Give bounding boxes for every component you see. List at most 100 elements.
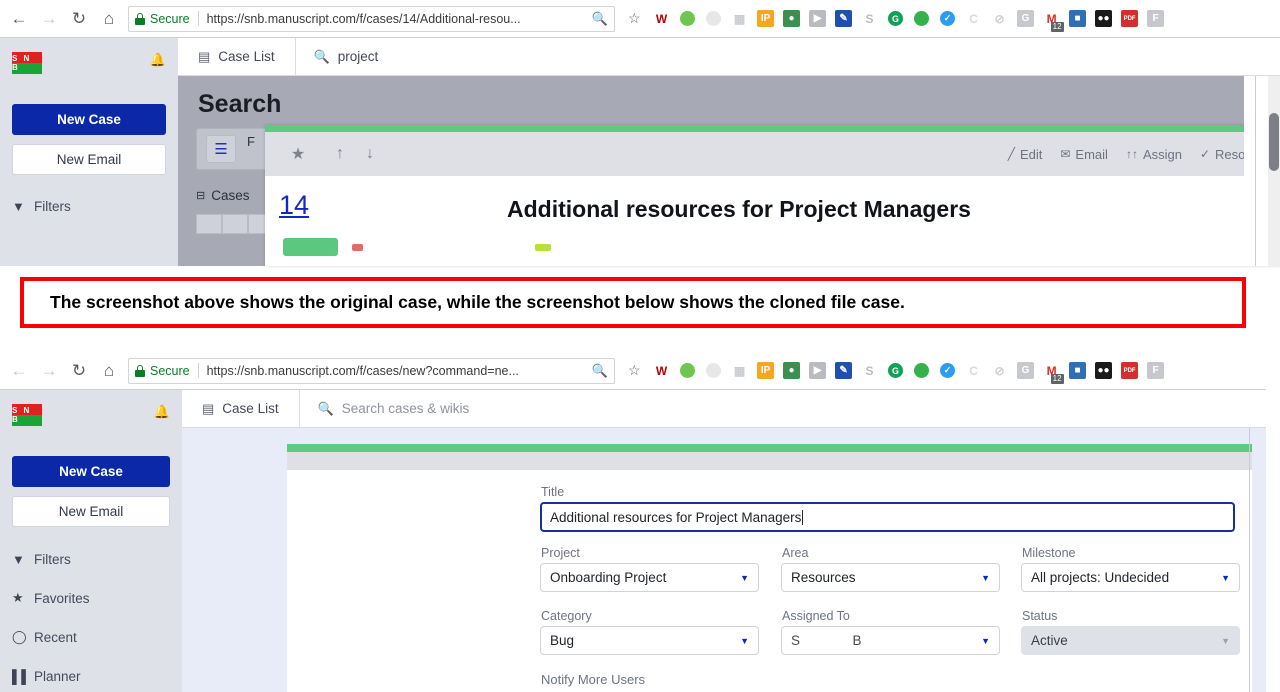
- cases-group-header[interactable]: ⊟ Cases: [196, 188, 249, 203]
- sidebar-item-filters[interactable]: ▼ Filters: [12, 546, 170, 572]
- area-select[interactable]: Resources ▼: [781, 563, 1000, 592]
- chevron-down-icon: ▼: [1221, 636, 1230, 646]
- checkmark-extension[interactable]: ✓: [935, 358, 961, 384]
- sidebar-item-planner[interactable]: ▌▌ Planner: [12, 663, 170, 689]
- gmail-extension[interactable]: M12: [1039, 6, 1065, 32]
- unread-count-badge: 12: [1051, 374, 1064, 384]
- address-bar-bottom[interactable]: Secure https://snb.manuscript.com/f/case…: [128, 358, 615, 384]
- reload-icon[interactable]: ↻: [64, 4, 94, 34]
- home-icon[interactable]: ⌂: [94, 356, 124, 386]
- case-action-email[interactable]: ✉Email: [1060, 147, 1108, 162]
- pdf-extension[interactable]: PDF: [1117, 6, 1143, 32]
- video-play-extension[interactable]: ▶: [805, 358, 831, 384]
- bell-icon[interactable]: 🔔: [154, 404, 170, 420]
- bookmark-star-icon-top[interactable]: ☆: [628, 10, 641, 27]
- star-icon[interactable]: ★: [283, 144, 313, 164]
- video-play-extension[interactable]: ▶: [805, 6, 831, 32]
- category-label: Category: [541, 609, 592, 623]
- paint-extension[interactable]: ✎: [831, 6, 857, 32]
- zoom-out-icon[interactable]: 🔍: [592, 11, 608, 27]
- c-extension[interactable]: C: [961, 6, 987, 32]
- scrollbar-thumb[interactable]: [1269, 113, 1279, 171]
- zoom-out-icon[interactable]: 🔍: [592, 363, 608, 379]
- case-body: 14 Additional resources for Project Mana…: [265, 176, 1280, 266]
- bell-icon[interactable]: 🔔: [150, 52, 166, 68]
- goggles-extension[interactable]: ●●: [1091, 6, 1117, 32]
- link-extension[interactable]: ⊘: [987, 358, 1013, 384]
- sidebar-item-recent[interactable]: ◯ Recent: [12, 624, 170, 650]
- new-case-form-card: Title Additional resources for Project M…: [287, 444, 1252, 692]
- paint-extension[interactable]: ✎: [831, 358, 857, 384]
- milestone-select[interactable]: All projects: Undecided ▼: [1021, 563, 1240, 592]
- grammarly-extension[interactable]: G: [883, 358, 909, 384]
- grey-oval-extension[interactable]: [701, 6, 727, 32]
- case-action-edit[interactable]: ╱Edit: [1008, 147, 1043, 162]
- new-case-button-top[interactable]: New Case: [12, 104, 166, 135]
- new-email-button-top[interactable]: New Email: [12, 144, 166, 175]
- sidebar-item-filters-top[interactable]: ▼ Filters: [12, 195, 166, 217]
- ip-shield-extension[interactable]: IP: [753, 6, 779, 32]
- status-badge: [283, 238, 338, 256]
- main-column-top: ▤ Case List 🔍 project Search ☰ F: [178, 38, 1280, 266]
- list-view-button[interactable]: ☰: [206, 135, 236, 163]
- back-arrow-icon[interactable]: ←: [4, 4, 34, 34]
- sidebar-item-label: Filters: [34, 552, 71, 567]
- f-extension[interactable]: F: [1143, 358, 1169, 384]
- address-bar-top[interactable]: Secure https://snb.manuscript.com/f/case…: [128, 6, 615, 32]
- green-dot-extension[interactable]: [675, 358, 701, 384]
- title-input[interactable]: Additional resources for Project Manager…: [540, 502, 1235, 532]
- camera-extension[interactable]: ●: [779, 358, 805, 384]
- green-dot-extension[interactable]: [675, 6, 701, 32]
- evernote-extension[interactable]: [909, 358, 935, 384]
- status-select: Active ▼: [1021, 626, 1240, 655]
- calendar-extension[interactable]: ▦: [727, 6, 753, 32]
- forward-arrow-icon[interactable]: →: [34, 4, 64, 34]
- checkmark-extension[interactable]: ✓: [935, 6, 961, 32]
- new-case-button-bottom[interactable]: New Case: [12, 456, 170, 487]
- skype-extension[interactable]: S: [857, 6, 883, 32]
- ip-shield-extension[interactable]: IP: [753, 358, 779, 384]
- assigned-to-select[interactable]: S B ▼: [781, 626, 1000, 655]
- home-icon[interactable]: ⌂: [94, 4, 124, 34]
- link-extension[interactable]: ⊘: [987, 6, 1013, 32]
- sidebar-item-label: Planner: [34, 669, 81, 684]
- tab-search-top[interactable]: 🔍 project: [296, 38, 397, 75]
- google-g-extension[interactable]: G: [1013, 6, 1039, 32]
- project-select[interactable]: Onboarding Project ▼: [540, 563, 759, 592]
- evernote-extension[interactable]: [909, 6, 935, 32]
- app-logo: S N B: [12, 52, 42, 74]
- case-number[interactable]: 14: [279, 190, 309, 221]
- arrow-up-icon[interactable]: ↑: [325, 145, 355, 163]
- case-action-assign[interactable]: ↑↑Assign: [1126, 147, 1182, 162]
- calendar-extension[interactable]: ▦: [727, 358, 753, 384]
- gmail-extension[interactable]: M12: [1039, 358, 1065, 384]
- tab-label: Case List: [222, 401, 278, 416]
- wikipedia-extension[interactable]: W: [649, 358, 675, 384]
- category-select[interactable]: Bug ▼: [540, 626, 759, 655]
- scrollbar-track[interactable]: [1268, 76, 1280, 266]
- forward-arrow-icon[interactable]: →: [34, 356, 64, 386]
- f-extension[interactable]: F: [1143, 6, 1169, 32]
- pdf-extension[interactable]: PDF: [1117, 358, 1143, 384]
- search-input-bottom[interactable]: 🔍 Search cases & wikis: [300, 390, 488, 427]
- grammarly-extension[interactable]: G: [883, 6, 909, 32]
- bookmark-star-icon-bottom[interactable]: ☆: [628, 362, 641, 379]
- goggles-extension[interactable]: ●●: [1091, 358, 1117, 384]
- tab-case-list-top[interactable]: ▤ Case List: [178, 38, 295, 75]
- sidebar-item-favorites[interactable]: ★ Favorites: [12, 585, 170, 611]
- new-email-button-bottom[interactable]: New Email: [12, 496, 170, 527]
- camera-extension[interactable]: ●: [779, 6, 805, 32]
- reload-icon[interactable]: ↻: [64, 356, 94, 386]
- blue-window-extension[interactable]: ■: [1065, 358, 1091, 384]
- blue-window-extension[interactable]: ■: [1065, 6, 1091, 32]
- tab-case-list-bottom[interactable]: ▤ Case List: [182, 390, 299, 427]
- canvas-right-divider: [1249, 428, 1250, 692]
- app-logo: S N B: [12, 404, 42, 426]
- back-arrow-icon[interactable]: ←: [4, 356, 34, 386]
- arrow-down-icon[interactable]: ↓: [355, 145, 385, 163]
- c-extension[interactable]: C: [961, 358, 987, 384]
- skype-extension[interactable]: S: [857, 358, 883, 384]
- wikipedia-extension[interactable]: W: [649, 6, 675, 32]
- google-g-extension[interactable]: G: [1013, 358, 1039, 384]
- grey-oval-extension[interactable]: [701, 358, 727, 384]
